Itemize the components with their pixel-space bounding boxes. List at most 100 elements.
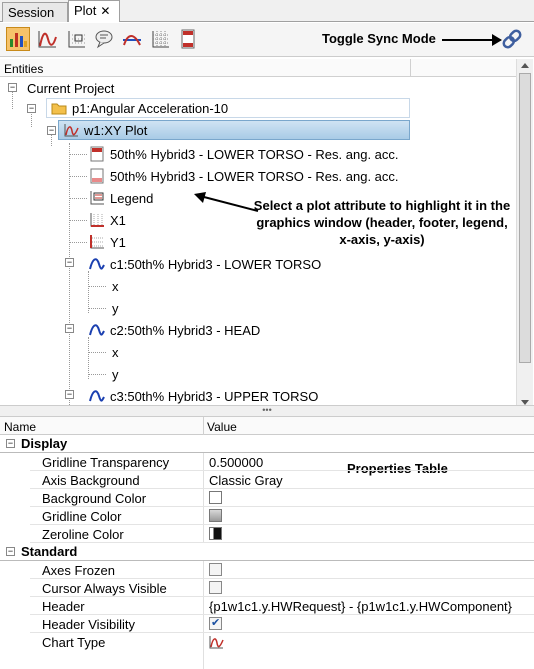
tree-item-page[interactable]: p1:Angular Acceleration-10 xyxy=(46,98,410,118)
property-name: Gridline Color xyxy=(42,509,122,524)
tree-item-curve-c1[interactable]: c1:50th% Hybrid3 - LOWER TORSO xyxy=(89,254,321,274)
tab-session[interactable]: Session xyxy=(2,2,68,22)
tree-item-label: c3:50th% Hybrid3 - UPPER TORSO xyxy=(110,388,319,404)
tree-guide xyxy=(70,154,87,155)
property-name: Header xyxy=(42,599,85,614)
group-standard[interactable]: − Standard xyxy=(0,543,534,561)
collapse-toggle[interactable]: − xyxy=(6,439,15,448)
tree-item-footer[interactable]: 50th% Hybrid3 - LOWER TORSO - Res. ang. … xyxy=(89,166,399,186)
tree-item-label: 50th% Hybrid3 - LOWER TORSO - Res. ang. … xyxy=(110,168,399,184)
property-name: Axis Background xyxy=(42,473,140,488)
tree-item-c2-x[interactable]: x xyxy=(112,342,119,362)
property-row[interactable]: Background Color xyxy=(0,489,534,507)
toolbar: Toggle Sync Mode xyxy=(0,23,534,57)
property-name: Gridline Transparency xyxy=(42,455,170,470)
header-visibility-checkbox[interactable] xyxy=(209,616,222,630)
tree-item-label: c1:50th% Hybrid3 - LOWER TORSO xyxy=(110,256,322,272)
property-row[interactable]: Header Visibility xyxy=(0,615,534,633)
tree-item-label: 50th% Hybrid3 - LOWER TORSO - Res. ang. … xyxy=(110,146,399,162)
tree-item-y-axis[interactable]: Y1 xyxy=(89,232,126,252)
tree-guide xyxy=(89,286,106,287)
property-row[interactable]: Gridline Color xyxy=(0,507,534,525)
collapse-toggle[interactable]: − xyxy=(65,324,74,333)
tab-plot[interactable]: Plot ✕ xyxy=(68,0,120,22)
xy-curve-tool-button[interactable] xyxy=(35,27,59,51)
tree-item-label: p1:Angular Acceleration-10 xyxy=(72,100,229,116)
axis-icon xyxy=(68,31,85,48)
column-divider[interactable] xyxy=(203,417,204,435)
tree-guide xyxy=(12,91,13,109)
tree-item-header[interactable]: 50th% Hybrid3 - LOWER TORSO - Res. ang. … xyxy=(89,144,399,164)
tree-item-curve-c3[interactable]: c3:50th% Hybrid3 - UPPER TORSO xyxy=(89,386,318,405)
tree-item-label: X1 xyxy=(110,212,126,228)
tree-item-x-axis[interactable]: X1 xyxy=(89,210,126,230)
bar-chart-tool-button[interactable] xyxy=(6,27,30,51)
header-footer-tool-button[interactable] xyxy=(176,27,200,51)
color-swatch[interactable] xyxy=(209,491,222,504)
tree-item-legend[interactable]: Legend xyxy=(89,188,153,208)
property-row[interactable]: Header {p1w1c1.y.HWRequest} - {p1w1c1.y.… xyxy=(0,597,534,615)
scroll-thumb[interactable] xyxy=(519,73,531,363)
property-row[interactable]: Chart Type xyxy=(0,633,534,651)
axis-tool-button[interactable] xyxy=(64,27,88,51)
tree-item-label: x xyxy=(112,344,119,360)
tree-scrollbar[interactable] xyxy=(516,59,533,409)
property-row[interactable]: Cursor Always Visible xyxy=(0,579,534,597)
tree-item-c1-y[interactable]: y xyxy=(112,298,119,318)
tree-item-project[interactable]: Current Project xyxy=(27,78,114,98)
tree-item-plot[interactable]: w1:XY Plot xyxy=(58,120,410,140)
tree-item-c1-x[interactable]: x xyxy=(112,276,119,296)
collapse-toggle[interactable]: − xyxy=(47,126,56,135)
collapse-toggle[interactable]: − xyxy=(8,83,17,92)
tree-item-curve-c2[interactable]: c2:50th% Hybrid3 - HEAD xyxy=(89,320,260,340)
sync-mode-button[interactable] xyxy=(500,27,524,51)
bar-chart-icon xyxy=(10,33,27,47)
tree-guide xyxy=(89,308,106,309)
group-display[interactable]: − Display xyxy=(0,435,534,453)
entities-header-label: Entities xyxy=(4,62,44,76)
color-swatch[interactable] xyxy=(209,527,222,540)
property-name: Background Color xyxy=(42,491,147,506)
property-value[interactable]: 0.500000 xyxy=(209,455,263,470)
speech-bubble-icon xyxy=(95,30,113,49)
property-row[interactable]: Axes Frozen xyxy=(0,561,534,579)
tree-guide xyxy=(70,198,87,199)
panel-splitter[interactable]: ••• xyxy=(0,405,534,417)
curve-icon xyxy=(89,388,105,404)
xy-plot-icon xyxy=(63,122,79,138)
cursor-visible-checkbox[interactable] xyxy=(209,581,222,594)
tree-guide xyxy=(69,143,70,405)
tree-guide xyxy=(88,337,89,379)
value-column-header[interactable]: Value xyxy=(207,420,237,434)
property-value[interactable]: {p1w1c1.y.HWRequest} - {p1w1c1.y.HWCompo… xyxy=(209,599,512,614)
property-row[interactable]: Axis Background Classic Gray xyxy=(0,471,534,489)
property-row[interactable]: Gridline Transparency 0.500000 xyxy=(0,453,534,471)
grid-icon xyxy=(152,31,169,48)
property-value[interactable]: Classic Gray xyxy=(209,473,283,488)
close-icon[interactable]: ✕ xyxy=(100,4,110,18)
property-row[interactable]: Zeroline Color xyxy=(0,525,534,543)
tree-item-label: Legend xyxy=(110,190,154,206)
tree-guide xyxy=(70,220,87,221)
collapse-toggle[interactable]: − xyxy=(27,104,36,113)
collapse-toggle[interactable]: − xyxy=(65,390,74,399)
property-name: Cursor Always Visible xyxy=(42,581,167,596)
axes-frozen-checkbox[interactable] xyxy=(209,563,222,576)
tree-item-label: w1:XY Plot xyxy=(84,122,148,138)
tree-item-c2-y[interactable]: y xyxy=(112,364,119,384)
note-tool-button[interactable] xyxy=(92,27,116,51)
callout-text: Select a plot attribute to highlight it … xyxy=(253,198,511,247)
datum-tool-button[interactable] xyxy=(120,27,144,51)
tree-item-label: Y1 xyxy=(110,234,126,250)
grid-tool-button[interactable] xyxy=(148,27,172,51)
xy-chart-icon[interactable] xyxy=(208,635,224,652)
color-swatch[interactable] xyxy=(209,509,222,522)
group-label: Display xyxy=(21,436,68,451)
toggle-sync-annotation: Toggle Sync Mode xyxy=(322,31,436,46)
collapse-toggle[interactable]: − xyxy=(6,547,15,556)
collapse-toggle[interactable]: − xyxy=(65,258,74,267)
name-column-header[interactable]: Name xyxy=(4,420,36,434)
entities-column-header[interactable]: Entities xyxy=(0,59,516,77)
curve-icon xyxy=(89,322,105,338)
scroll-up-arrow-icon[interactable] xyxy=(521,63,529,68)
